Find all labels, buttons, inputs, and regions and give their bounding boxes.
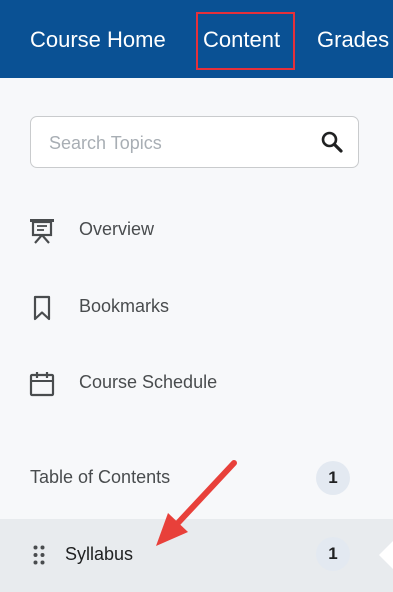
module-count-badge: 1 (316, 537, 350, 571)
module-syllabus[interactable]: Syllabus 1 (0, 519, 393, 592)
search-input[interactable] (47, 117, 311, 169)
toc-count-badge: 1 (316, 461, 350, 495)
menu-item-label: Course Schedule (79, 372, 218, 392)
search-box (30, 116, 359, 169)
nav-course-home[interactable]: Course Home (30, 0, 166, 78)
drag-handle-icon[interactable] (33, 545, 45, 565)
menu-item-bookmarks[interactable]: Bookmarks (28, 292, 358, 324)
module-label: Syllabus (65, 544, 134, 564)
selected-indicator (379, 541, 393, 569)
calendar-icon (29, 372, 55, 397)
nav-content[interactable]: Content (203, 0, 280, 78)
table-of-contents-link[interactable]: Table of Contents (30, 467, 170, 488)
search-icon[interactable] (320, 130, 344, 154)
menu-item-overview[interactable]: Overview (28, 215, 358, 247)
menu-item-course-schedule[interactable]: Course Schedule (28, 368, 358, 400)
bookmark-icon (33, 295, 51, 321)
menu-item-label: Overview (79, 219, 155, 239)
menu-item-label: Bookmarks (79, 296, 170, 316)
nav-grades[interactable]: Grades (317, 0, 389, 78)
top-navbar: Course Home Content Grades (0, 0, 393, 78)
presentation-board-icon (30, 219, 54, 244)
